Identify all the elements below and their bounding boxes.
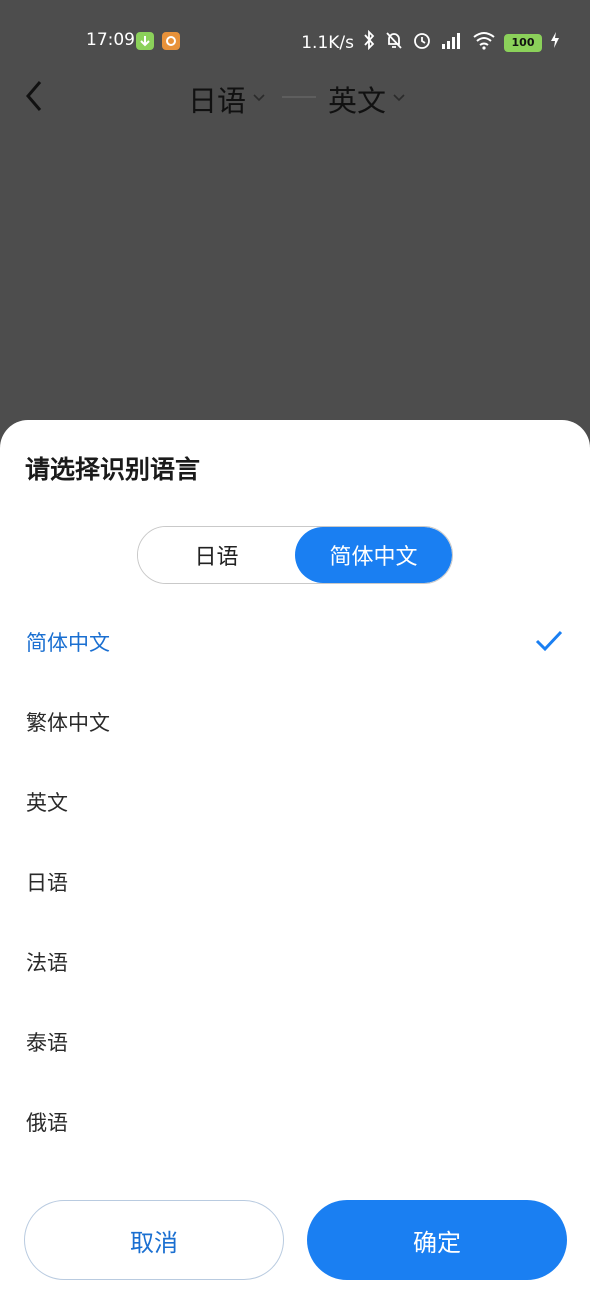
back-arrow-icon[interactable] bbox=[20, 76, 50, 116]
download-app-icon bbox=[136, 32, 154, 50]
chevron-down-icon bbox=[252, 91, 266, 107]
language-item[interactable]: 简体中文 bbox=[0, 602, 590, 682]
battery-indicator: 100 bbox=[504, 33, 542, 52]
alarm-icon bbox=[412, 30, 432, 55]
language-item-label: 繁体中文 bbox=[26, 711, 110, 735]
mute-bell-icon bbox=[384, 30, 404, 55]
language-item[interactable]: 繁体中文 bbox=[0, 682, 590, 762]
confirm-button[interactable]: 确定 bbox=[307, 1200, 567, 1280]
screen: 17:09 1.1K/s 100 日语 英文 请选择识别语言 日语 简体中文 简… bbox=[0, 0, 590, 1311]
segment-source-language[interactable]: 日语 bbox=[138, 527, 295, 583]
segment-target-language[interactable]: 简体中文 bbox=[295, 527, 452, 583]
charging-icon bbox=[550, 31, 560, 54]
nav-bar: 日语 英文 bbox=[0, 60, 590, 136]
target-language-selector[interactable]: 英文 bbox=[328, 78, 406, 120]
checkmark-icon bbox=[534, 628, 564, 654]
wifi-icon bbox=[472, 30, 496, 55]
language-item[interactable]: 泰语 bbox=[0, 1002, 590, 1082]
language-direction-toggle: 日语 简体中文 bbox=[137, 526, 453, 584]
source-language-selector[interactable]: 日语 bbox=[188, 78, 266, 120]
language-item[interactable]: 俄语 bbox=[0, 1082, 590, 1162]
language-item-label: 俄语 bbox=[26, 1111, 68, 1135]
network-speed: 1.1K/s bbox=[301, 32, 354, 53]
language-item-label: 法语 bbox=[26, 951, 68, 975]
language-item-label: 泰语 bbox=[26, 1031, 68, 1055]
language-item[interactable]: 日语 bbox=[0, 842, 590, 922]
language-item[interactable]: 英文 bbox=[0, 762, 590, 842]
bluetooth-icon bbox=[362, 29, 376, 55]
language-separator bbox=[282, 96, 316, 98]
language-item-label: 简体中文 bbox=[26, 631, 110, 655]
source-language-label: 日语 bbox=[188, 84, 247, 118]
language-item[interactable]: 法语 bbox=[0, 922, 590, 1002]
language-picker-sheet: 请选择识别语言 日语 简体中文 简体中文 繁体中文 英文 日语 法语 泰语 俄语… bbox=[0, 420, 590, 1311]
target-language-label: 英文 bbox=[328, 84, 387, 118]
cell-signal-icon bbox=[440, 30, 464, 55]
sheet-title: 请选择识别语言 bbox=[25, 455, 201, 484]
language-item-label: 日语 bbox=[26, 871, 68, 895]
language-list: 简体中文 繁体中文 英文 日语 法语 泰语 俄语 bbox=[0, 602, 590, 1162]
status-time: 17:09 bbox=[86, 30, 135, 50]
chevron-down-icon bbox=[392, 91, 406, 107]
cancel-button[interactable]: 取消 bbox=[24, 1200, 284, 1280]
app-notification-icon bbox=[162, 32, 180, 50]
language-item-label: 英文 bbox=[26, 791, 68, 815]
status-indicators: 1.1K/s 100 bbox=[301, 29, 560, 55]
